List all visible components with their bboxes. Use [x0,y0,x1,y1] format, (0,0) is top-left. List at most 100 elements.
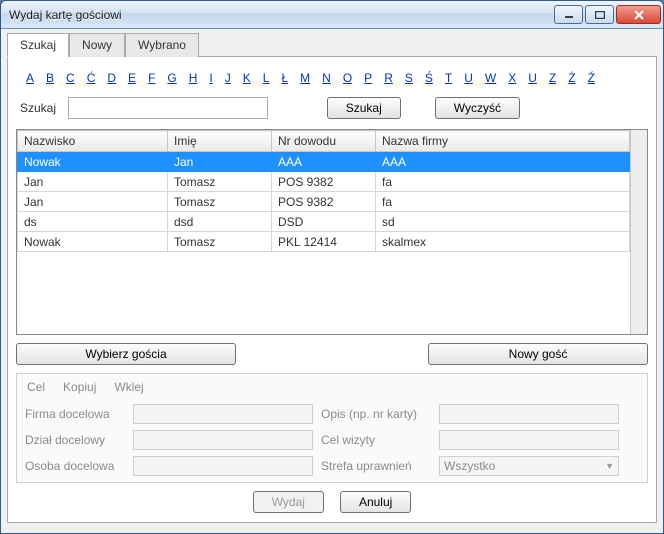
col-nazwafirmy[interactable]: Nazwa firmy [376,131,630,152]
table-cell: ds [18,212,168,232]
label-strefa: Strefa uprawnień [321,459,431,473]
letter-link-E[interactable]: E [128,71,136,85]
table-row[interactable]: dsdsdDSDsd [18,212,630,232]
table-header-row: Nazwisko Imię Nr dowodu Nazwa firmy [18,131,630,152]
letter-link-Ć[interactable]: Ć [87,71,96,85]
tab-search[interactable]: Szukaj [7,33,69,57]
col-nazwisko[interactable]: Nazwisko [18,131,168,152]
table-cell: PKL 12414 [272,232,376,252]
issue-button: Wydaj [253,491,324,513]
clear-button[interactable]: Wyczyść [435,97,520,119]
letter-link-U[interactable]: U [528,71,537,85]
table-cell: Nowak [18,232,168,252]
letter-link-X[interactable]: X [508,71,516,85]
minimize-icon [564,11,574,19]
titlebar: Wydaj kartę gościowi [1,1,663,29]
table-cell: Tomasz [168,192,272,212]
input-osoba [133,456,313,476]
input-firma [133,404,313,424]
input-dzial [133,430,313,450]
letter-link-J[interactable]: J [225,71,231,85]
search-input[interactable] [68,97,268,119]
tab-selected[interactable]: Wybrano [125,33,199,57]
letter-link-B[interactable]: B [46,71,54,85]
table-cell: POS 9382 [272,192,376,212]
combo-strefa-value: Wszystko [444,459,495,473]
close-button[interactable] [616,5,661,24]
letter-link-Ł[interactable]: Ł [281,71,288,85]
menu-cel[interactable]: Cel [27,380,45,394]
letter-link-C[interactable]: C [66,71,75,85]
footer-buttons: Wydaj Anuluj [16,491,648,513]
maximize-icon [595,11,605,19]
letter-link-K[interactable]: K [243,71,251,85]
close-icon [633,10,645,20]
table-row[interactable]: JanTomaszPOS 9382fa [18,172,630,192]
table-row[interactable]: JanTomaszPOS 9382fa [18,192,630,212]
maximize-button[interactable] [585,5,614,24]
table-cell: AAA [272,152,376,172]
app-window: Wydaj kartę gościowi Szukaj Nowy Wybrano… [0,0,664,534]
results-table[interactable]: Nazwisko Imię Nr dowodu Nazwa firmy Nowa… [17,130,630,252]
letter-link-W[interactable]: W [485,71,496,85]
table-cell: Nowak [18,152,168,172]
letter-link-G[interactable]: G [167,71,176,85]
letter-link-D[interactable]: D [107,71,116,85]
letter-link-Ś[interactable]: Ś [425,71,433,85]
tab-new[interactable]: Nowy [69,33,125,57]
combo-strefa[interactable]: Wszystko ▼ [439,456,619,476]
menu-copy[interactable]: Kopiuj [63,380,96,394]
tabstrip: Szukaj Nowy Wybrano [7,33,657,57]
letter-link-A[interactable]: A [26,71,34,85]
letter-link-I[interactable]: I [209,71,212,85]
letter-link-Z[interactable]: Z [549,71,556,85]
letter-link-U[interactable]: U [464,71,473,85]
table-cell: fa [376,172,630,192]
table-row[interactable]: NowakTomaszPKL 12414skalmex [18,232,630,252]
select-guest-button[interactable]: Wybierz gościa [16,343,236,365]
window-title: Wydaj kartę gościowi [9,8,552,22]
letter-link-S[interactable]: S [405,71,413,85]
letter-link-R[interactable]: R [384,71,393,85]
cancel-button[interactable]: Anuluj [340,491,411,513]
new-guest-button[interactable]: Nowy gość [428,343,648,365]
menu-paste[interactable]: Wklej [114,380,143,394]
form-menu: Cel Kopiuj Wklej [25,380,639,394]
label-osoba: Osoba docelowa [25,459,125,473]
vertical-scrollbar[interactable] [630,130,647,334]
form-grid: Firma docelowa Opis (np. nr karty) Dział… [25,404,639,476]
letter-link-M[interactable]: M [300,71,310,85]
letter-link-O[interactable]: O [343,71,352,85]
results-table-wrap: Nazwisko Imię Nr dowodu Nazwa firmy Nowa… [16,129,648,335]
letter-link-Ź[interactable]: Ź [588,71,595,85]
minimize-button[interactable] [554,5,583,24]
table-cell: dsd [168,212,272,232]
col-imie[interactable]: Imię [168,131,272,152]
label-celwizyty: Cel wizyty [321,433,431,447]
table-cell: AAA [376,152,630,172]
mid-buttons-row: Wybierz gościa Nowy gość [16,343,648,365]
letter-link-N[interactable]: N [322,71,331,85]
table-row[interactable]: NowakJanAAAAAA [18,152,630,172]
letter-link-T[interactable]: T [445,71,452,85]
table-cell: Jan [18,172,168,192]
content-area: Szukaj Nowy Wybrano ABCĆDEFGHIJKLŁMNOPRS… [1,29,663,533]
table-cell: sd [376,212,630,232]
tab-body: ABCĆDEFGHIJKLŁMNOPRSŚTUWXUZŻŹ Szukaj Szu… [7,57,657,523]
search-button[interactable]: Szukaj [327,97,401,119]
letter-link-P[interactable]: P [364,71,372,85]
label-opis: Opis (np. nr karty) [321,407,431,421]
letter-link-L[interactable]: L [263,71,270,85]
letter-link-Ż[interactable]: Ż [568,71,575,85]
form-area: Cel Kopiuj Wklej Firma docelowa Opis (np… [16,373,648,483]
table-cell: Jan [18,192,168,212]
col-nrdowodu[interactable]: Nr dowodu [272,131,376,152]
table-cell: skalmex [376,232,630,252]
label-dzial: Dział docelowy [25,433,125,447]
letter-filter-row: ABCĆDEFGHIJKLŁMNOPRSŚTUWXUZŻŹ [16,65,648,93]
table-cell: Tomasz [168,232,272,252]
letter-link-F[interactable]: F [148,71,155,85]
search-label: Szukaj [20,101,56,115]
letter-link-H[interactable]: H [189,71,198,85]
table-cell: Jan [168,152,272,172]
